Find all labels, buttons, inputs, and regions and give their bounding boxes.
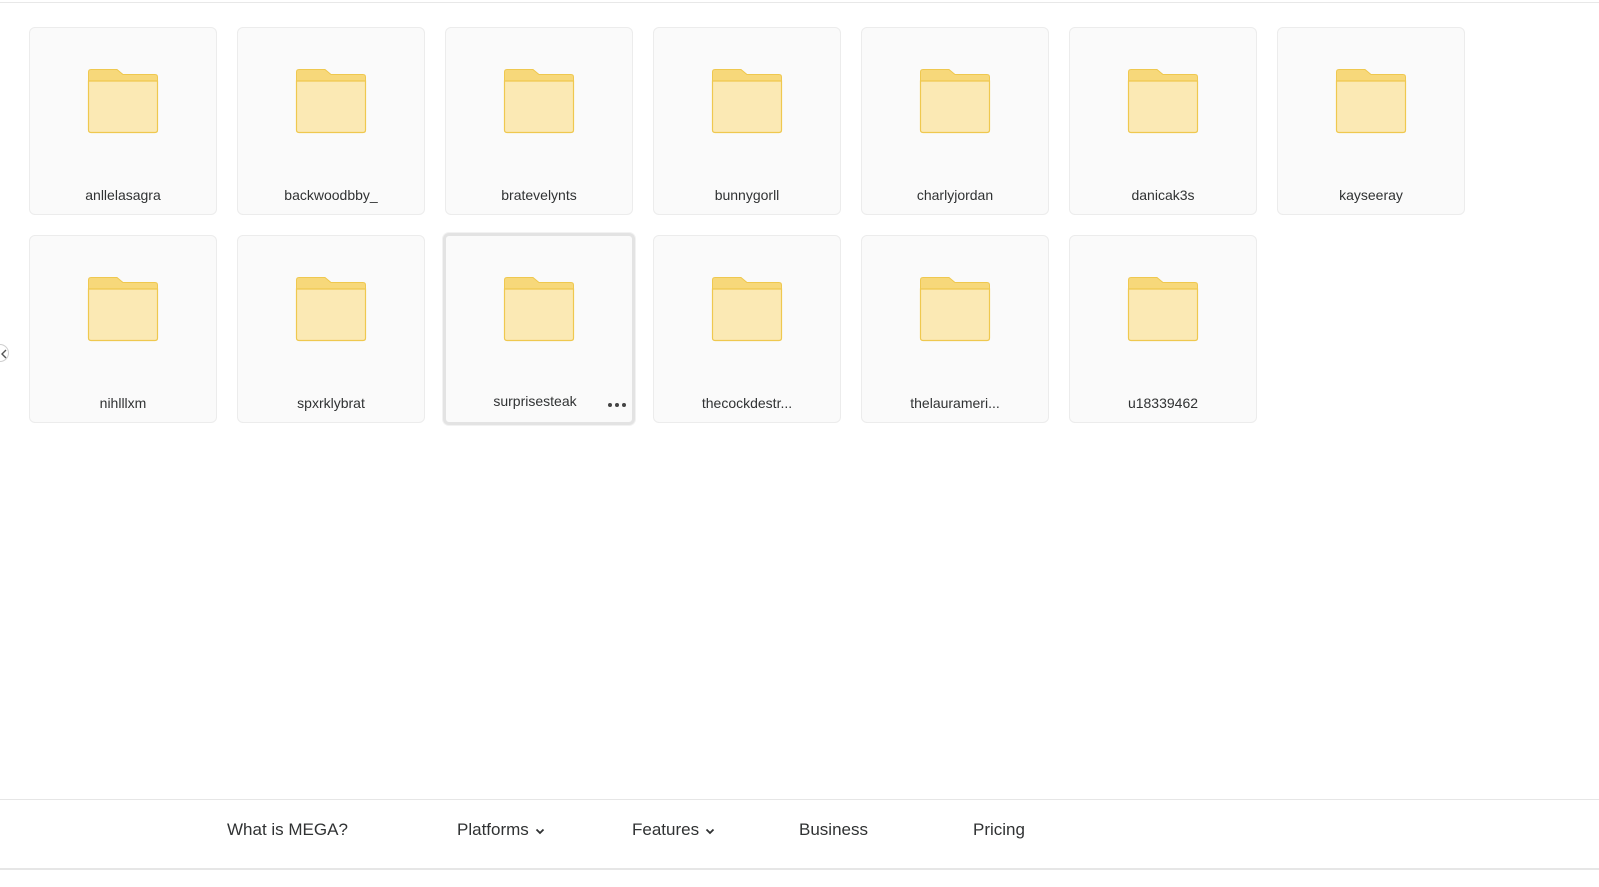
folder-name: charlyjordan bbox=[916, 187, 994, 203]
folder-name: bratevelynts bbox=[501, 187, 577, 203]
folder-icon bbox=[503, 69, 575, 134]
chevron-down-icon bbox=[535, 828, 544, 835]
folder-icon bbox=[87, 69, 159, 134]
footer-bottom-divider bbox=[0, 868, 1599, 870]
nav-platforms[interactable]: Platforms bbox=[457, 820, 545, 840]
nav-business-label: Business bbox=[799, 820, 868, 839]
folder-name: kayseeray bbox=[1339, 187, 1403, 203]
folder-grid: anllelasagra backwoodbby_ bratevelynts bunn… bbox=[29, 27, 1465, 425]
folder-icon bbox=[919, 69, 991, 134]
folder-tile[interactable]: thelaurameri... bbox=[861, 235, 1049, 423]
folder-name: danicak3s bbox=[1131, 187, 1195, 203]
folder-tile[interactable]: danicak3s bbox=[1069, 27, 1257, 215]
folder-icon bbox=[87, 277, 159, 342]
folder-tile[interactable]: spxrklybrat bbox=[237, 235, 425, 423]
top-divider bbox=[0, 2, 1599, 3]
folder-tile[interactable]: charlyjordan bbox=[861, 27, 1049, 215]
folder-tile[interactable]: surprisesteak bbox=[443, 233, 635, 425]
nav-features[interactable]: Features bbox=[632, 820, 715, 840]
footer-top-divider bbox=[0, 799, 1599, 800]
folder-icon bbox=[1127, 277, 1199, 342]
nav-what-is-mega[interactable]: What is MEGA? bbox=[227, 820, 348, 840]
nav-pricing[interactable]: Pricing bbox=[973, 820, 1025, 840]
folder-tile[interactable]: kayseeray bbox=[1277, 27, 1465, 215]
folder-tile[interactable]: u18339462 bbox=[1069, 235, 1257, 423]
folder-icon bbox=[919, 277, 991, 342]
sidebar-collapse-handle[interactable] bbox=[0, 344, 9, 362]
folder-tile[interactable]: nihlllxm bbox=[29, 235, 217, 423]
folder-name: nihlllxm bbox=[99, 395, 147, 411]
chevron-down-icon bbox=[705, 828, 715, 835]
nav-pricing-label: Pricing bbox=[973, 820, 1025, 839]
folder-icon bbox=[711, 69, 783, 134]
folder-name: thelaurameri... bbox=[910, 395, 1000, 411]
nav-platforms-label: Platforms bbox=[457, 820, 529, 839]
nav-features-label: Features bbox=[632, 820, 700, 839]
folder-tile[interactable]: backwoodbby_ bbox=[237, 27, 425, 215]
folder-icon bbox=[1335, 69, 1407, 134]
folder-icon bbox=[711, 277, 783, 342]
nav-business[interactable]: Business bbox=[799, 820, 868, 840]
folder-icon bbox=[295, 277, 367, 342]
folder-tile[interactable]: anllelasagra bbox=[29, 27, 217, 215]
nav-what-is-mega-label: What is MEGA? bbox=[227, 820, 348, 839]
folder-icon bbox=[1127, 69, 1199, 134]
folder-tile[interactable]: bratevelynts bbox=[445, 27, 633, 215]
more-options-icon[interactable] bbox=[607, 402, 627, 408]
folder-name: spxrklybrat bbox=[297, 395, 365, 411]
folder-name: backwoodbby_ bbox=[284, 187, 378, 203]
chevron-left-icon bbox=[1, 349, 7, 359]
folder-icon bbox=[503, 277, 575, 342]
folder-name: u18339462 bbox=[1127, 395, 1199, 411]
folder-name: anllelasagra bbox=[85, 187, 161, 203]
folder-icon bbox=[295, 69, 367, 134]
folder-name: thecockdestr... bbox=[701, 395, 793, 411]
folder-name: surprisesteak bbox=[493, 393, 577, 409]
folder-tile[interactable]: thecockdestr... bbox=[653, 235, 841, 423]
folder-name: bunnygorll bbox=[714, 187, 780, 203]
folder-tile[interactable]: bunnygorll bbox=[653, 27, 841, 215]
footer-nav: What is MEGA? Platforms Features Busines… bbox=[0, 820, 1599, 848]
